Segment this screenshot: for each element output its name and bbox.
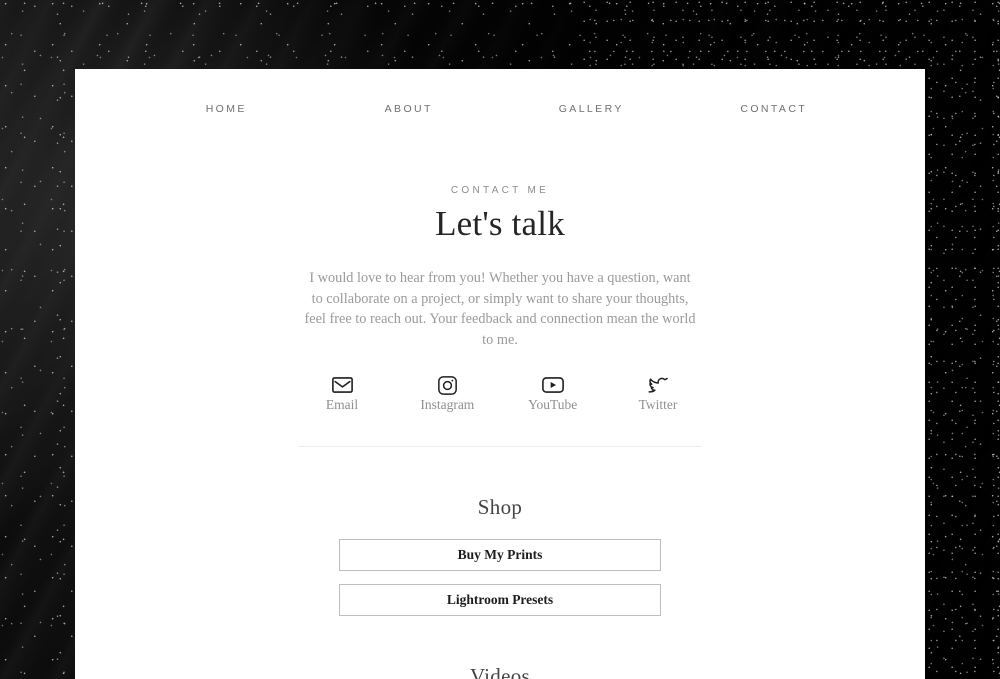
social-link-email[interactable]: Email xyxy=(294,374,390,414)
contact-section: CONTACT ME Let's talk I would love to he… xyxy=(75,126,925,448)
social-label-instagram: Instagram xyxy=(420,397,475,413)
shop-heading: Shop xyxy=(477,495,523,520)
nav-item-about[interactable]: ABOUT xyxy=(318,103,501,115)
section-eyebrow: CONTACT ME xyxy=(450,185,550,196)
envelope-icon xyxy=(294,374,390,396)
twitter-icon xyxy=(610,374,706,396)
section-divider xyxy=(298,446,702,448)
page-content-card: HOME ABOUT GALLERY CONTACT CONTACT ME Le… xyxy=(75,69,925,679)
lightroom-presets-button[interactable]: Lightroom Presets xyxy=(339,584,661,617)
social-links-row: Email Instagram YouTube Twitter xyxy=(294,374,706,414)
social-label-youtube: YouTube xyxy=(528,397,578,413)
buy-my-prints-button[interactable]: Buy My Prints xyxy=(339,539,661,572)
social-label-twitter: Twitter xyxy=(638,397,678,413)
page-title: Let's talk xyxy=(435,204,565,243)
nav-item-home[interactable]: HOME xyxy=(135,103,318,115)
shop-section: Shop Buy My Prints Lightroom Presets xyxy=(75,495,925,617)
videos-heading: Videos xyxy=(469,664,531,679)
nav-item-gallery[interactable]: GALLERY xyxy=(500,103,683,115)
shop-button-group: Buy My Prints Lightroom Presets xyxy=(339,539,661,617)
instagram-icon xyxy=(399,374,495,396)
social-link-youtube[interactable]: YouTube xyxy=(505,374,601,414)
videos-section: Videos xyxy=(75,664,925,679)
social-link-twitter[interactable]: Twitter xyxy=(610,374,706,414)
intro-paragraph: I would love to hear from you! Whether y… xyxy=(304,270,696,348)
site-navigation: HOME ABOUT GALLERY CONTACT xyxy=(75,69,925,126)
social-link-instagram[interactable]: Instagram xyxy=(399,374,495,414)
youtube-icon xyxy=(505,374,601,396)
social-label-email: Email xyxy=(325,397,359,413)
nav-item-contact[interactable]: CONTACT xyxy=(683,103,866,115)
